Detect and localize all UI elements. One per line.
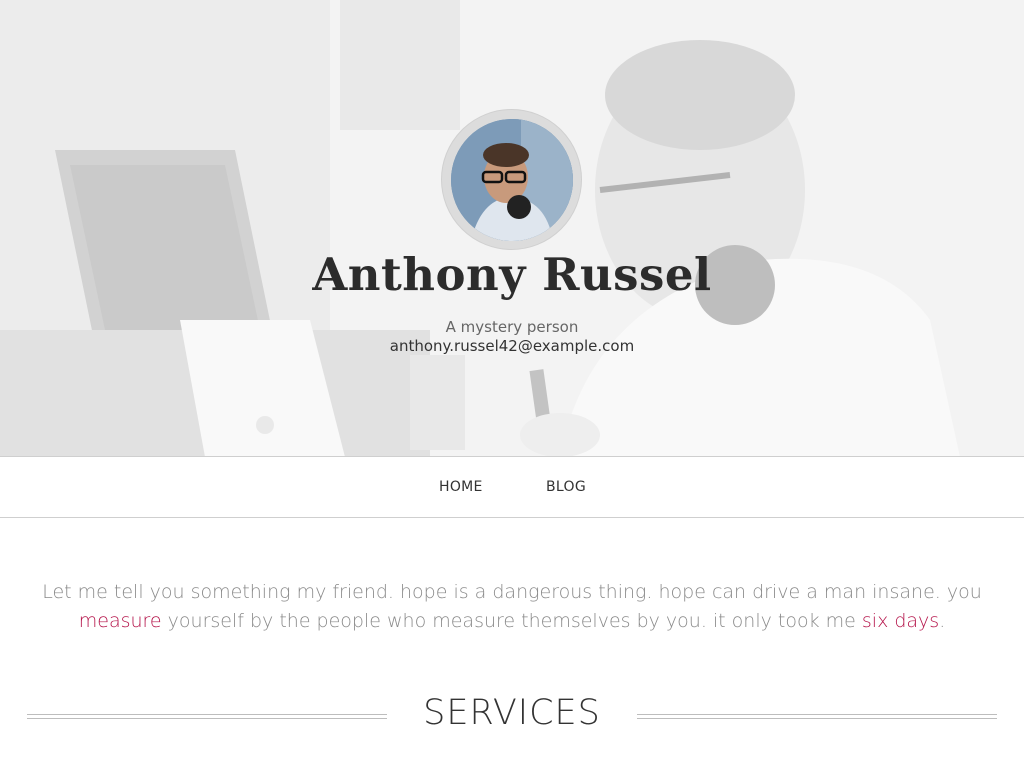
intro-link-measure[interactable]: measure [79, 610, 162, 632]
services-heading: SERVICES [423, 693, 601, 733]
profile-name: Anthony Russel [312, 248, 712, 301]
services-divider-left [27, 714, 387, 719]
nav-item-home[interactable]: HOME [439, 479, 483, 495]
intro-text-2: yourself by the people who measure thems… [161, 610, 862, 632]
services-divider-right [637, 714, 997, 719]
profile-tagline: A mystery person [445, 318, 579, 336]
intro-link-six-days[interactable]: six days [862, 610, 939, 632]
intro-text-3: . [939, 610, 946, 632]
avatar [451, 119, 573, 241]
intro-paragraph: Let me tell you something my friend. hop… [40, 578, 984, 636]
nav-item-blog[interactable]: BLOG [546, 479, 586, 495]
hero-header: Anthony Russel A mystery person anthony.… [0, 0, 1024, 457]
profile-email-link[interactable]: anthony.russel42@example.com [0, 337, 1024, 355]
avatar-photo [451, 119, 573, 241]
intro-text-1: Let me tell you something my friend. hop… [42, 581, 982, 603]
main-navigation: HOME BLOG [0, 456, 1024, 518]
